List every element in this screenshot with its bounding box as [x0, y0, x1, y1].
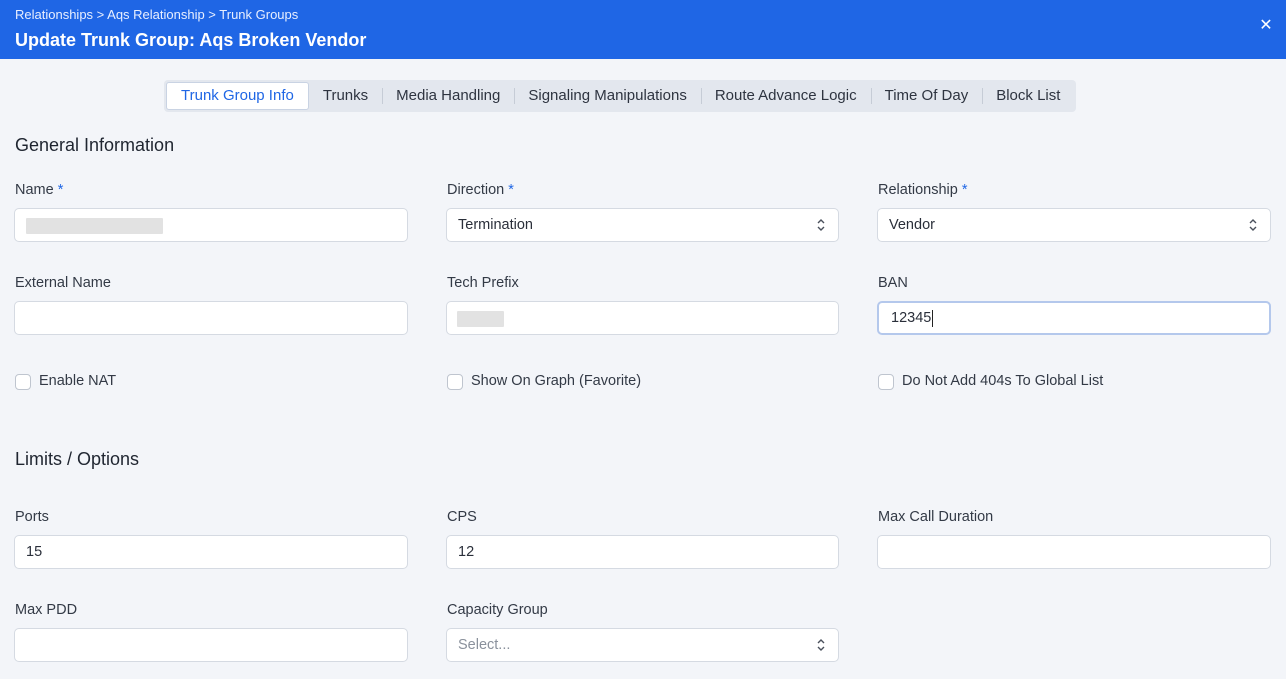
tech-prefix-input[interactable] [446, 301, 839, 335]
name-label: Name * [15, 182, 63, 198]
modal-header: Relationships > Aqs Relationship > Trunk… [0, 0, 1286, 59]
relationship-label-text: Relationship [878, 182, 958, 198]
text-caret [932, 309, 934, 327]
section-title-general: General Information [15, 135, 175, 155]
enable-nat-checkbox[interactable] [15, 374, 31, 390]
show-on-graph-checkbox[interactable] [447, 374, 463, 390]
tab-trunks[interactable]: Trunks [309, 82, 382, 110]
max-call-duration-input[interactable] [877, 535, 1271, 569]
cps-value: 12 [458, 544, 475, 560]
chevron-updown-icon [817, 639, 825, 651]
section-title-limits: Limits / Options [15, 449, 140, 469]
tab-block-list[interactable]: Block List [982, 82, 1074, 110]
required-mark: * [961, 182, 968, 198]
direction-label: Direction * [447, 182, 514, 198]
show-on-graph-label: Show On Graph (Favorite) [471, 373, 642, 389]
external-name-label: External Name [15, 275, 111, 291]
relationship-label: Relationship * [878, 182, 968, 198]
ports-value: 15 [26, 544, 43, 560]
chevron-updown-icon [817, 219, 825, 231]
external-name-input[interactable] [14, 301, 408, 335]
do-not-add-404s-label: Do Not Add 404s To Global List [902, 373, 1104, 389]
capacity-group-placeholder: Select... [458, 637, 511, 653]
tab-time-of-day[interactable]: Time Of Day [870, 82, 983, 110]
redacted-name [26, 218, 163, 234]
cps-input[interactable]: 12 [446, 535, 839, 569]
cps-label: CPS [447, 509, 477, 525]
ports-label: Ports [15, 509, 49, 525]
ports-input[interactable]: 15 [14, 535, 408, 569]
required-mark: * [57, 182, 64, 198]
tab-bar: Trunk Group Info Trunks Media Handling S… [164, 80, 1077, 112]
tab-signaling-manipulations[interactable]: Signaling Manipulations [514, 82, 700, 110]
direction-label-text: Direction [447, 182, 505, 198]
ban-label: BAN [878, 275, 908, 291]
name-label-text: Name [15, 182, 54, 198]
capacity-group-select[interactable]: Select... [446, 628, 839, 662]
close-button[interactable]: ✕ [1256, 16, 1276, 36]
enable-nat-label: Enable NAT [39, 373, 117, 389]
do-not-add-404s-checkbox[interactable] [878, 374, 894, 390]
tech-prefix-label: Tech Prefix [447, 275, 519, 291]
tab-media-handling[interactable]: Media Handling [382, 82, 514, 110]
relationship-select[interactable]: Vendor [877, 208, 1271, 242]
direction-select[interactable]: Termination [446, 208, 839, 242]
chevron-updown-icon [1249, 219, 1257, 231]
ban-input[interactable]: 12345 [877, 301, 1271, 335]
name-input[interactable] [14, 208, 408, 242]
max-pdd-label: Max PDD [15, 602, 78, 618]
capacity-group-label: Capacity Group [447, 602, 548, 618]
redacted-tech-prefix [457, 311, 504, 327]
direction-value: Termination [458, 217, 533, 233]
page-title: Update Trunk Group: Aqs Broken Vendor [15, 30, 367, 50]
relationship-value: Vendor [889, 217, 935, 233]
breadcrumb: Relationships > Aqs Relationship > Trunk… [15, 7, 299, 22]
max-pdd-input[interactable] [14, 628, 408, 662]
max-call-duration-label: Max Call Duration [878, 509, 994, 525]
tab-trunk-group-info[interactable]: Trunk Group Info [166, 82, 309, 110]
ban-value: 12345 [891, 310, 932, 326]
tab-route-advance-logic[interactable]: Route Advance Logic [700, 82, 871, 110]
required-mark: * [508, 182, 514, 198]
close-icon: ✕ [1259, 17, 1273, 34]
